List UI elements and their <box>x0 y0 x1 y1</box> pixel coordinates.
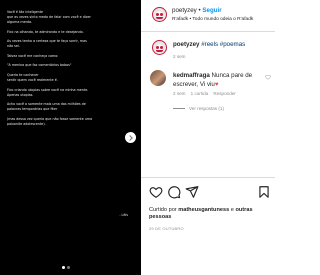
heart-icon[interactable] <box>149 185 163 199</box>
comment-meta: 2 sem 1 curtida Responder <box>173 91 236 96</box>
comment-text: kedmaffraga Nunca pare de escrever, Vi v… <box>173 71 275 89</box>
carousel-dot <box>67 266 70 269</box>
likes-prefix: Curtido por <box>149 207 179 213</box>
username-link[interactable]: poetyzey <box>172 7 197 14</box>
liked-by-user[interactable]: matheusgantuness <box>178 207 229 213</box>
header-divider <box>141 31 275 32</box>
poem-line: Você é tão inteligente que as vezes sint… <box>7 10 91 24</box>
view-replies-button[interactable]: Ver respostas (1) <box>173 106 224 111</box>
heart-icon[interactable] <box>265 74 271 80</box>
carousel-dots <box>62 266 70 269</box>
follow-button[interactable]: Seguir <box>202 7 221 14</box>
chevron-right-icon[interactable] <box>125 132 136 143</box>
poem-line: Fico na olhando, te admirando e te desej… <box>7 29 84 34</box>
poem-line: Queria te conhecer sentir quem você real… <box>7 72 58 82</box>
likes-summary: Curtido por matheusgantuness e outras pe… <box>149 207 273 221</box>
poem-signature: - Léis <box>119 213 128 217</box>
poem-line: Talvez você me conheça como: <box>7 53 59 58</box>
caption: poetyzey #reels #poemas <box>173 41 245 48</box>
audio-link[interactable]: R'afadk • Todo mundo odeia o R'afadk <box>172 17 253 22</box>
replies-line <box>173 108 185 110</box>
share-icon[interactable] <box>185 185 199 199</box>
action-bar <box>149 185 271 199</box>
comment-time: 2 sem <box>173 91 186 96</box>
comment-likes[interactable]: 1 curtida <box>191 91 209 96</box>
comment-username[interactable]: kedmaffraga <box>173 72 210 79</box>
caption-time: 2 sem <box>173 54 186 59</box>
caption-username[interactable]: poetyzey <box>173 41 199 48</box>
post-image[interactable]: Você é tão inteligente que as vezes sint… <box>0 0 141 275</box>
poem-line: "A menina que faz comentários bobos" <box>7 63 72 68</box>
caption-avatar[interactable] <box>152 40 167 55</box>
reply-button[interactable]: Responder <box>213 91 235 96</box>
caption-hashtags[interactable]: #reels #poemas <box>201 41 245 48</box>
poem-line: Fico criando utopias sobre você na minha… <box>7 87 89 97</box>
comment-body-end: viu <box>206 81 215 88</box>
heart-emoji-icon: ♥ <box>214 81 219 88</box>
poem-line: As vezes tenho a certeza que te faço sor… <box>7 39 87 49</box>
view-replies-label: Ver respostas (1) <box>189 106 224 111</box>
post-author-header: poetyzey • Seguir <box>172 7 222 14</box>
actions-divider <box>141 177 275 178</box>
bookmark-icon[interactable] <box>257 185 271 199</box>
avatar[interactable] <box>152 7 167 22</box>
post-date: 29 DE OUTUBRO <box>149 226 184 231</box>
poem-line: Acho você o somente mais uma das milhões… <box>7 102 86 112</box>
comment-icon[interactable] <box>167 185 181 199</box>
commenter-avatar[interactable] <box>150 70 166 86</box>
post-panel: poetyzey • Seguir R'afadk • Todo mundo o… <box>141 0 275 275</box>
poem-line: (mas dessa vez queria que não fosse some… <box>7 116 93 126</box>
carousel-dot <box>62 266 65 269</box>
